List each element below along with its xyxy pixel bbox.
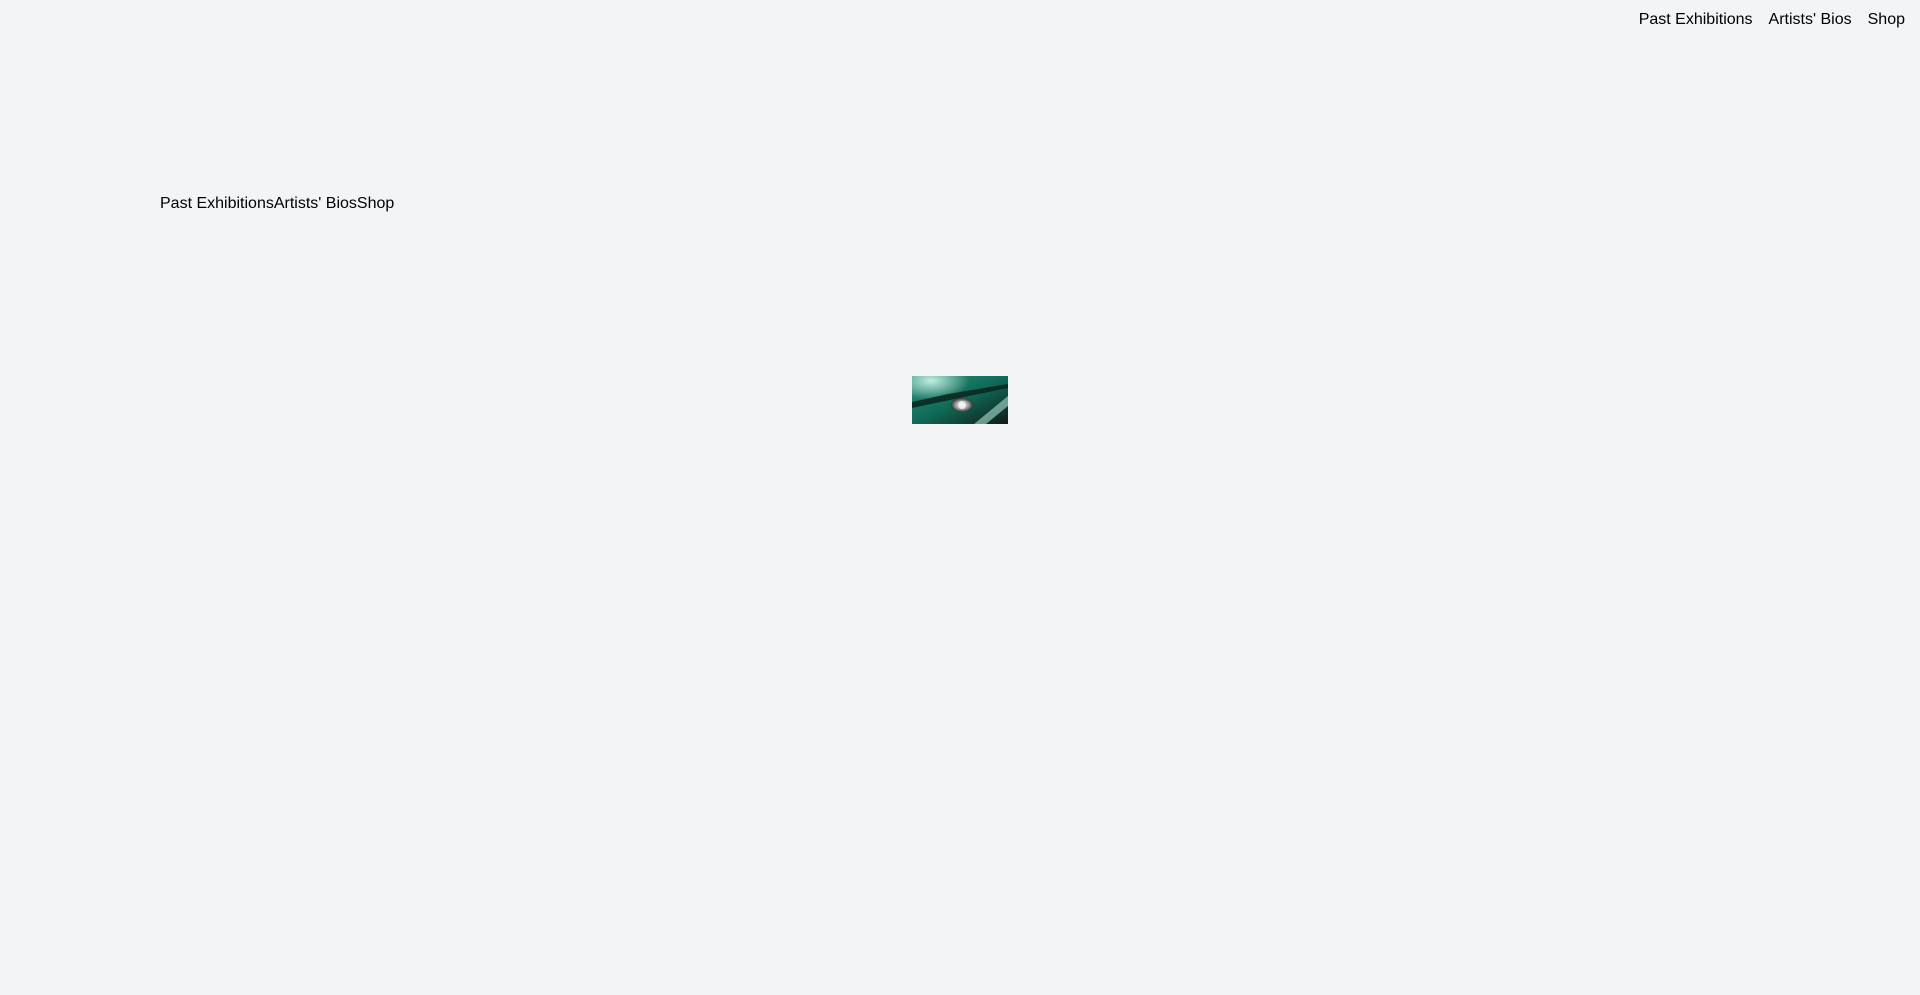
inline-navigation: Past Exhibitions Artists' Bios Shop	[160, 194, 394, 214]
car-emblem-photo-icon[interactable]	[912, 376, 1008, 424]
inline-nav-artists-bios-link[interactable]: Artists' Bios	[274, 194, 357, 214]
top-nav-artists-bios-link[interactable]: Artists' Bios	[1769, 10, 1852, 30]
top-navigation: Past Exhibitions Artists' Bios Shop	[1639, 10, 1905, 30]
inline-nav-shop-link[interactable]: Shop	[357, 194, 394, 214]
top-nav-past-exhibitions-link[interactable]: Past Exhibitions	[1639, 10, 1753, 30]
inline-nav-past-exhibitions-link[interactable]: Past Exhibitions	[160, 194, 274, 214]
top-nav-shop-link[interactable]: Shop	[1868, 10, 1905, 30]
emblem-center	[958, 401, 966, 409]
page: Past Exhibitions Artists' Bios Shop Past…	[0, 0, 1920, 995]
